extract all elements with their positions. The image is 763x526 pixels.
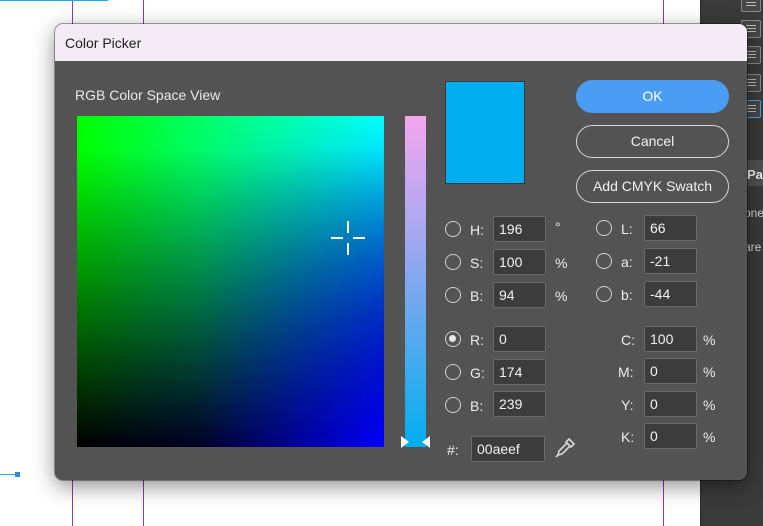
hue-unit: ° (555, 219, 561, 235)
lab-l-label: L: (621, 221, 633, 237)
blue-channel-overlay (77, 116, 384, 447)
radio-saturation[interactable] (445, 254, 461, 270)
radio-blue[interactable] (445, 397, 461, 413)
green-input[interactable]: 174 (493, 359, 546, 385)
lab-a-input[interactable]: -21 (644, 248, 697, 274)
slider-handle-left-icon[interactable] (401, 436, 409, 448)
color-slider[interactable] (405, 116, 426, 447)
brightness-input[interactable]: 94 (493, 282, 546, 308)
yellow-label: Y: (621, 397, 634, 413)
black-unit: % (703, 429, 716, 445)
radio-hue[interactable] (445, 221, 461, 237)
color-preview-swatch (445, 81, 525, 184)
magenta-label: M: (618, 364, 634, 380)
red-label: R: (470, 332, 484, 348)
yellow-unit: % (703, 397, 716, 413)
add-cmyk-swatch-button[interactable]: Add CMYK Swatch (576, 170, 729, 203)
lab-a-label: a: (621, 254, 633, 270)
hue-label: H: (470, 222, 484, 238)
saturation-unit: % (555, 255, 568, 271)
cyan-input[interactable]: 100 (644, 326, 697, 352)
selection-handle[interactable] (15, 472, 20, 477)
brightness-label: B: (470, 288, 484, 304)
red-input[interactable]: 0 (493, 326, 546, 352)
document-frame-edge (0, 0, 108, 1)
dialog-title[interactable]: Color Picker (55, 24, 747, 61)
saturation-label: S: (470, 255, 484, 271)
ok-button[interactable]: OK (576, 80, 729, 113)
radio-lab-l[interactable] (596, 220, 612, 236)
radio-brightness[interactable] (445, 287, 461, 303)
slider-handle-right-icon[interactable] (422, 436, 430, 448)
magenta-input[interactable]: 0 (644, 358, 697, 384)
black-input[interactable]: 0 (644, 423, 697, 449)
brightness-unit: % (555, 288, 568, 304)
color-crosshair-icon[interactable] (331, 221, 365, 255)
color-picker-dialog: Color Picker RGB Color Space View OK Can… (55, 24, 747, 480)
eyedropper-icon[interactable] (553, 436, 577, 460)
yellow-input[interactable]: 0 (644, 391, 697, 417)
panel-icon[interactable] (741, 0, 761, 12)
blue-label: B: (470, 398, 484, 414)
saturation-brightness-field[interactable] (77, 116, 384, 447)
radio-red[interactable] (445, 331, 461, 347)
lab-l-input[interactable]: 66 (644, 215, 697, 241)
hex-label: #: (447, 442, 459, 458)
lab-b-input[interactable]: -44 (644, 281, 697, 307)
cyan-unit: % (703, 332, 716, 348)
black-label: K: (621, 429, 635, 445)
color-space-view-label: RGB Color Space View (75, 87, 221, 103)
magenta-unit: % (703, 364, 716, 380)
radio-lab-a[interactable] (596, 253, 612, 269)
radio-green[interactable] (445, 364, 461, 380)
saturation-input[interactable]: 100 (493, 249, 546, 275)
cyan-label: C: (621, 332, 635, 348)
blue-input[interactable]: 239 (493, 391, 546, 417)
hue-input[interactable]: 196 (493, 216, 546, 242)
lab-b-label: b: (621, 287, 633, 303)
cancel-button[interactable]: Cancel (576, 125, 729, 158)
radio-lab-b[interactable] (596, 286, 612, 302)
hex-input[interactable]: 00aeef (471, 436, 545, 462)
green-label: G: (470, 365, 485, 381)
